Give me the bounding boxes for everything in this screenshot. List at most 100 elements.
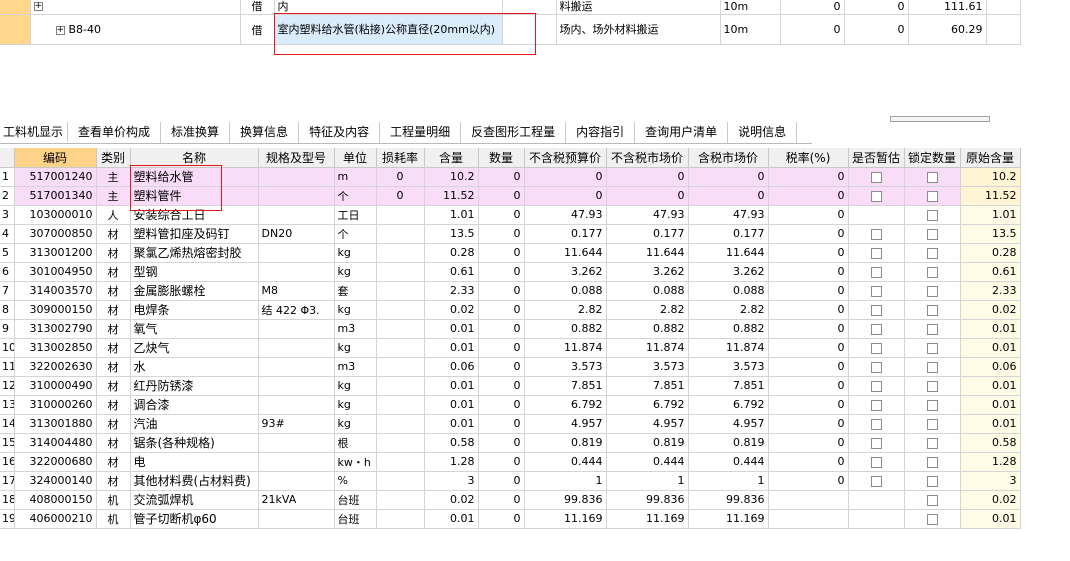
budget-price-cell[interactable]: 0.444: [524, 452, 607, 472]
unit-cell[interactable]: kw・h: [334, 452, 377, 472]
code-cell[interactable]: 324000140: [14, 471, 97, 491]
loss-rate-cell[interactable]: [376, 433, 425, 453]
loss-rate-cell[interactable]: [376, 471, 425, 491]
col-header[interactable]: 是否暂估: [848, 148, 905, 168]
original-content-cell[interactable]: 0.02: [960, 300, 1021, 320]
name-cell[interactable]: 塑料管件: [130, 186, 259, 206]
col-header[interactable]: 原始含量: [960, 148, 1021, 168]
provisional-cell[interactable]: [848, 395, 905, 415]
tab-features[interactable]: 特征及内容: [299, 122, 381, 143]
budget-price-cell[interactable]: 3.573: [524, 357, 607, 377]
name-cell[interactable]: 氧气: [130, 319, 259, 339]
tax-rate-cell[interactable]: 0: [768, 414, 849, 434]
category-cell[interactable]: 材: [96, 471, 131, 491]
content-cell[interactable]: 0.02: [424, 490, 479, 510]
tab-resource-display[interactable]: 工料机显示: [0, 122, 69, 143]
checkbox[interactable]: [870, 247, 882, 259]
loss-rate-cell[interactable]: [376, 376, 425, 396]
name-cell[interactable]: 锯条(各种规格): [130, 433, 259, 453]
lock-quantity-cell[interactable]: [904, 300, 961, 320]
tax-rate-cell[interactable]: 0: [768, 395, 849, 415]
market-price-cell[interactable]: 0.088: [606, 281, 689, 301]
unit-cell[interactable]: m3: [334, 357, 377, 377]
market-price-cell[interactable]: 0.882: [606, 319, 689, 339]
lock-quantity-cell[interactable]: [904, 338, 961, 358]
category-cell[interactable]: 材: [96, 300, 131, 320]
tax-market-price-cell[interactable]: 4.957: [688, 414, 769, 434]
code-cell[interactable]: 406000210: [14, 509, 97, 529]
quantity-cell[interactable]: 0: [478, 414, 525, 434]
checkbox[interactable]: [870, 190, 882, 202]
table-row[interactable]: 19406000210机管子切断机φ60台班0.01011.16911.1691…: [0, 509, 1021, 529]
checkbox[interactable]: [870, 228, 882, 240]
table-row[interactable]: 11322002630材水m30.0603.5733.5733.57300.06: [0, 357, 1021, 377]
code-cell[interactable]: 322000680: [14, 452, 97, 472]
loss-rate-cell[interactable]: [376, 300, 425, 320]
table-row[interactable]: 4 307000850 材塑料管扣座及码钉 DN20 个 13.5 0 0.177 0.177 0…: [0, 224, 1021, 244]
quantity-cell[interactable]: 0: [478, 433, 525, 453]
table-row[interactable]: 16322000680材电kw・h1.2800.4440.4440.44401.…: [0, 452, 1021, 472]
category-cell[interactable]: 机: [96, 490, 131, 510]
table-row[interactable]: 5 313001200 材聚氯乙烯热熔密封胶 kg 0.28 0 11.644 11.644 1…: [0, 243, 1021, 263]
unit-cell[interactable]: kg: [334, 300, 377, 320]
col-header[interactable]: 不含税预算价: [524, 148, 607, 168]
market-price-cell[interactable]: 3.573: [606, 357, 689, 377]
provisional-cell[interactable]: [848, 414, 905, 434]
name-cell[interactable]: 型钢: [130, 262, 259, 282]
budget-price-cell[interactable]: 6.792: [524, 395, 607, 415]
col-header[interactable]: 名称: [130, 148, 259, 168]
content-cell[interactable]: 0.01: [424, 395, 479, 415]
lock-quantity-cell[interactable]: [904, 281, 961, 301]
tax-rate-cell[interactable]: 0: [768, 281, 849, 301]
quantity-cell[interactable]: 0: [478, 319, 525, 339]
table-row[interactable]: 6 301004950 材型钢 kg 0.61 0 3.262 3.262 3.262 0 0.61: [0, 262, 1021, 282]
category-cell[interactable]: 人: [96, 205, 131, 225]
budget-price-cell[interactable]: 0.819: [524, 433, 607, 453]
name-cell[interactable]: 金属膨胀螺栓: [130, 281, 259, 301]
category-cell[interactable]: 材: [96, 319, 131, 339]
col-header[interactable]: 含量: [424, 148, 479, 168]
content-cell[interactable]: 0.02: [424, 300, 479, 320]
tax-market-price-cell[interactable]: 0: [688, 167, 769, 187]
quantity-cell[interactable]: 0: [478, 452, 525, 472]
loss-rate-cell[interactable]: [376, 395, 425, 415]
unit-cell[interactable]: 套: [334, 281, 377, 301]
tax-market-price-cell[interactable]: 0.444: [688, 452, 769, 472]
tax-rate-cell[interactable]: 0: [768, 224, 849, 244]
budget-price-cell[interactable]: 47.93: [524, 205, 607, 225]
content-cell[interactable]: 11.52: [424, 186, 479, 206]
category-cell[interactable]: 材: [96, 338, 131, 358]
market-price-cell[interactable]: 2.82: [606, 300, 689, 320]
table-row[interactable]: 2 517001340 主塑料管件个 0 11.52 0 0 0 0 0 11.52: [0, 186, 1021, 206]
tax-rate-cell[interactable]: [768, 490, 849, 510]
market-price-cell[interactable]: 6.792: [606, 395, 689, 415]
quantity-cell[interactable]: 0: [478, 300, 525, 320]
table-row[interactable]: 17324000140材其他材料费(占材料费)%3011103: [0, 471, 1021, 491]
quantity-cell[interactable]: 0: [478, 490, 525, 510]
quantity-cell[interactable]: 0: [478, 509, 525, 529]
budget-price-cell[interactable]: 0.882: [524, 319, 607, 339]
checkbox[interactable]: [926, 380, 938, 392]
market-price-cell[interactable]: 3.262: [606, 262, 689, 282]
table-row[interactable]: 13310000260材调合漆kg0.0106.7926.7926.79200.…: [0, 395, 1021, 415]
table-row[interactable]: 15314004480材锯条(各种规格)根0.5800.8190.8190.81…: [0, 433, 1021, 453]
provisional-cell[interactable]: [848, 224, 905, 244]
unit-cell[interactable]: m: [334, 167, 377, 187]
name-cell[interactable]: 安装综合工日: [130, 205, 259, 225]
category-cell[interactable]: 材: [96, 376, 131, 396]
col-header[interactable]: 单位: [334, 148, 377, 168]
unit-cell[interactable]: %: [334, 471, 377, 491]
budget-price-cell[interactable]: 4.957: [524, 414, 607, 434]
tax-market-price-cell[interactable]: 11.644: [688, 243, 769, 263]
original-content-cell[interactable]: 2.33: [960, 281, 1021, 301]
tax-market-price-cell[interactable]: 3.573: [688, 357, 769, 377]
loss-rate-cell[interactable]: [376, 205, 425, 225]
tab-graphic-quantity[interactable]: 反查图形工程量: [461, 122, 567, 143]
code-cell[interactable]: 314004480: [14, 433, 97, 453]
table-row[interactable]: 14313001880材汽油93#kg0.0104.9574.9574.9570…: [0, 414, 1021, 434]
content-cell[interactable]: 1.28: [424, 452, 479, 472]
original-content-cell[interactable]: 1.28: [960, 452, 1021, 472]
original-content-cell[interactable]: 0.01: [960, 414, 1021, 434]
original-content-cell[interactable]: 1.01: [960, 205, 1021, 225]
content-cell[interactable]: 13.5: [424, 224, 479, 244]
